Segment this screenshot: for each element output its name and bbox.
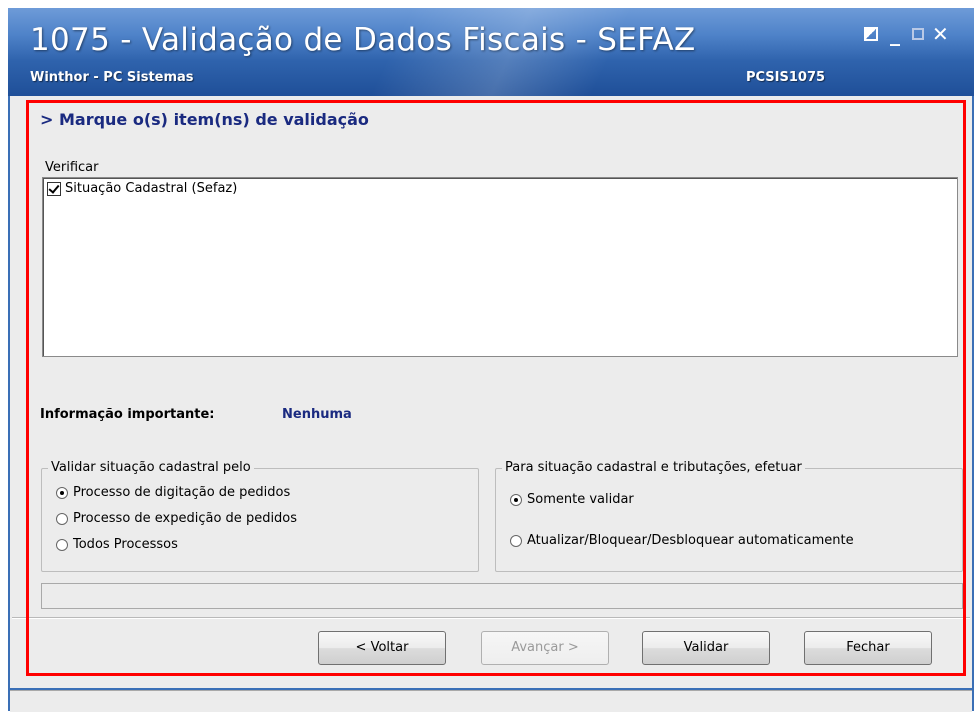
list-item[interactable]: Situação Cadastral (Sefaz) — [47, 181, 237, 196]
radio-atualizar-icon[interactable] — [510, 534, 522, 547]
page-heading: > Marque o(s) item(ns) de validação — [40, 110, 369, 129]
radio-digitacao-label: Processo de digitação de pedidos — [73, 485, 291, 500]
radio-todos[interactable]: Todos Processos — [56, 537, 178, 552]
status-bar — [10, 690, 972, 712]
info-value: Nenhuma — [282, 407, 352, 422]
window-subtitle: Winthor - PC Sistemas — [30, 70, 194, 85]
fechar-button[interactable]: Fechar — [804, 631, 932, 665]
radio-expedicao-icon[interactable] — [56, 512, 68, 525]
situacao-cadastral-checkbox[interactable] — [47, 181, 61, 196]
info-label: Informação importante: — [40, 407, 215, 422]
title-bar[interactable]: 1075 - Validação de Dados Fiscais - SEFA… — [8, 8, 974, 96]
restore-icon[interactable] — [864, 27, 878, 41]
efetuar-legend: Para situação cadastral e tributações, e… — [502, 460, 805, 475]
efetuar-group: Para situação cadastral e tributações, e… — [495, 460, 963, 572]
close-icon[interactable]: ✕ — [932, 22, 949, 46]
radio-atualizar-label: Atualizar/Bloquear/Desbloquear automatic… — [527, 533, 854, 548]
validar-button[interactable]: Validar — [642, 631, 770, 665]
verificar-list[interactable]: Situação Cadastral (Sefaz) — [42, 177, 958, 357]
situacao-cadastral-label: Situação Cadastral (Sefaz) — [65, 181, 238, 196]
program-code: PCSIS1075 — [746, 70, 826, 85]
validar-group: Validar situação cadastral pelo Processo… — [41, 460, 479, 572]
radio-atualizar[interactable]: Atualizar/Bloquear/Desbloquear automatic… — [510, 533, 854, 548]
voltar-button[interactable]: < Voltar — [318, 631, 446, 665]
radio-expedicao[interactable]: Processo de expedição de pedidos — [56, 511, 297, 526]
radio-somente-validar-label: Somente validar — [527, 492, 634, 507]
radio-somente-validar-icon[interactable] — [510, 493, 522, 506]
validar-legend: Validar situação cadastral pelo — [48, 460, 254, 475]
window-title: 1075 - Validação de Dados Fiscais - SEFA… — [30, 22, 696, 58]
radio-digitacao-icon[interactable] — [56, 486, 68, 499]
divider — [12, 617, 970, 619]
avancar-button[interactable]: Avançar > — [481, 631, 609, 665]
minimize-icon[interactable]: _ — [890, 22, 900, 46]
maximize-icon[interactable] — [912, 28, 924, 40]
verificar-legend: Verificar — [42, 160, 102, 175]
radio-todos-icon[interactable] — [56, 538, 68, 551]
radio-digitacao[interactable]: Processo de digitação de pedidos — [56, 485, 290, 500]
radio-somente-validar[interactable]: Somente validar — [510, 492, 634, 507]
client-area: > Marque o(s) item(ns) de validação Veri… — [10, 96, 972, 688]
radio-expedicao-label: Processo de expedição de pedidos — [73, 511, 298, 526]
radio-todos-label: Todos Processos — [73, 537, 178, 552]
app-window: 1075 - Validação de Dados Fiscais - SEFA… — [8, 8, 974, 712]
progress-bar — [41, 583, 963, 609]
